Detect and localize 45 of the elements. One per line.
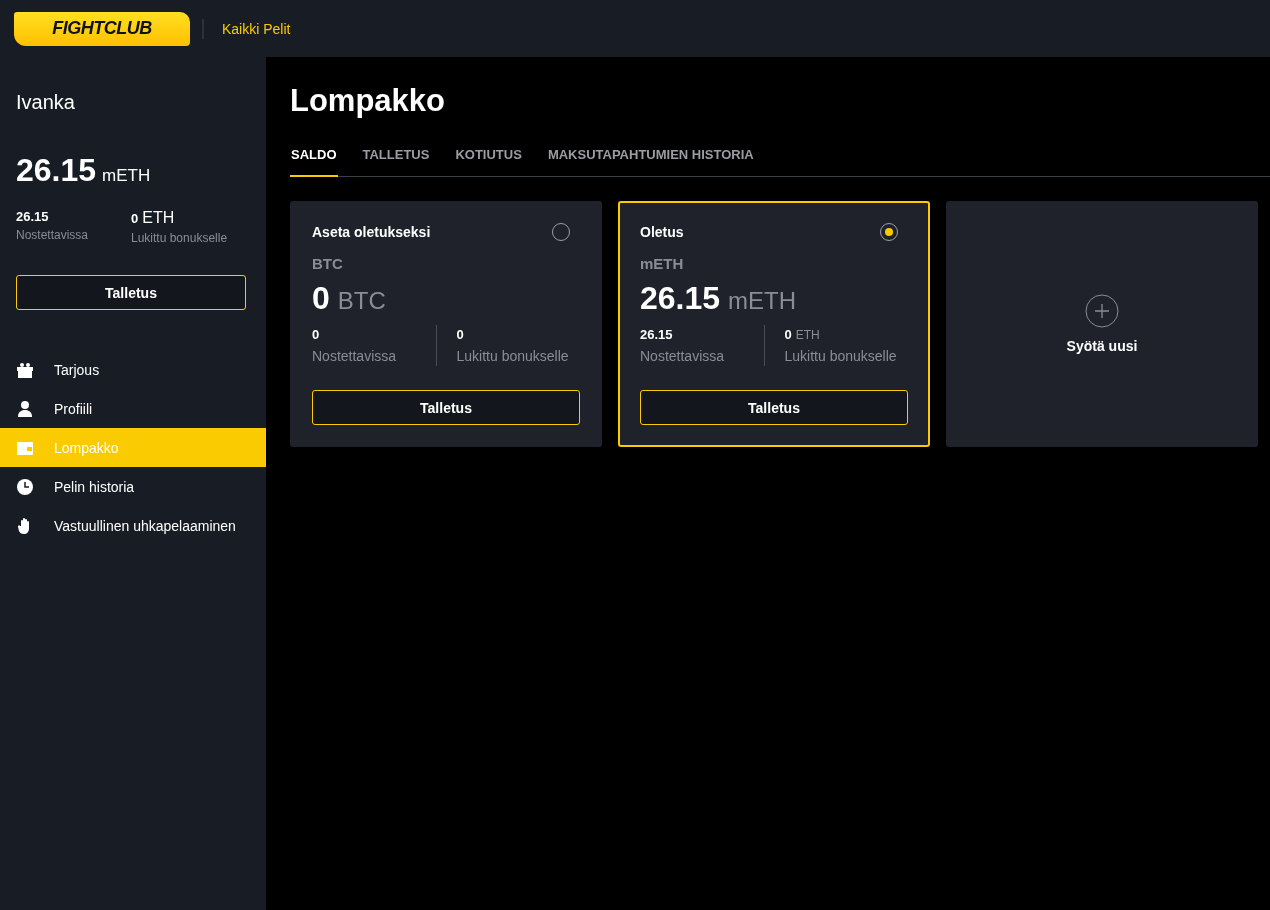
wallet-amount: 26.15 — [640, 280, 721, 317]
add-wallet-label: Syötä uusi — [1066, 338, 1138, 354]
stat-label: Nostettavissa — [640, 348, 726, 364]
stat-value: 0 — [131, 211, 139, 226]
nav-item[interactable]: Tarjous — [0, 350, 266, 389]
user-icon — [16, 399, 34, 418]
stat-value: 0 — [456, 327, 464, 342]
card-heading: Oletus — [640, 224, 684, 240]
tab[interactable]: KOTIUTUS — [454, 135, 523, 177]
deposit-button[interactable]: Talletus — [312, 390, 580, 425]
plus-icon — [1085, 294, 1119, 328]
stat-value: 0 — [312, 327, 320, 342]
currency-label: BTC — [312, 255, 344, 272]
tab[interactable]: SALDO — [290, 135, 338, 177]
stat-unit: ETH — [142, 209, 175, 227]
page-title: Lompakko — [290, 83, 447, 119]
stat-value: 26.15 — [16, 209, 49, 224]
deposit-button[interactable]: Talletus — [640, 390, 908, 425]
clock-icon — [16, 477, 34, 496]
add-wallet-card[interactable]: Syötä uusi — [946, 201, 1258, 447]
tab[interactable]: TALLETUS — [361, 135, 431, 177]
tab[interactable]: MAKSUTAPAHTUMIEN HISTORIA — [546, 135, 755, 177]
nav-item[interactable]: Pelin historia — [0, 467, 266, 506]
stat-unit: ETH — [795, 328, 820, 342]
wallet-unit: mETH — [728, 287, 797, 315]
gift-icon — [16, 360, 34, 379]
stat-value: 0 — [784, 327, 792, 342]
balance-amount: 26.15 — [16, 152, 97, 189]
card-heading: Aseta oletukseksi — [312, 224, 431, 240]
stat-label: Lukittu bonukselle — [784, 348, 898, 364]
wallet-unit: BTC — [337, 287, 386, 315]
all-games-link[interactable]: Kaikki Pelit — [222, 20, 291, 37]
currency-label: mETH — [640, 255, 685, 272]
stat-label: Lukittu bonukselle — [456, 348, 570, 364]
deposit-button[interactable]: Talletus — [16, 275, 246, 310]
stat-label: Nostettavissa — [16, 228, 90, 242]
stat-label: Nostettavissa — [312, 348, 398, 364]
username: Ivanka — [16, 91, 76, 114]
stat-value: 26.15 — [640, 327, 673, 342]
nav-item[interactable]: Vastuullinen uhkapelaaminen — [0, 506, 266, 545]
balance-unit: mETH — [102, 166, 151, 186]
nav-item[interactable]: Profiili — [0, 389, 266, 428]
wallet-amount: 0 — [312, 280, 330, 317]
logo[interactable]: FIGHTCLUB — [14, 11, 190, 46]
stat-label: Lukittu bonukselle — [131, 231, 229, 245]
